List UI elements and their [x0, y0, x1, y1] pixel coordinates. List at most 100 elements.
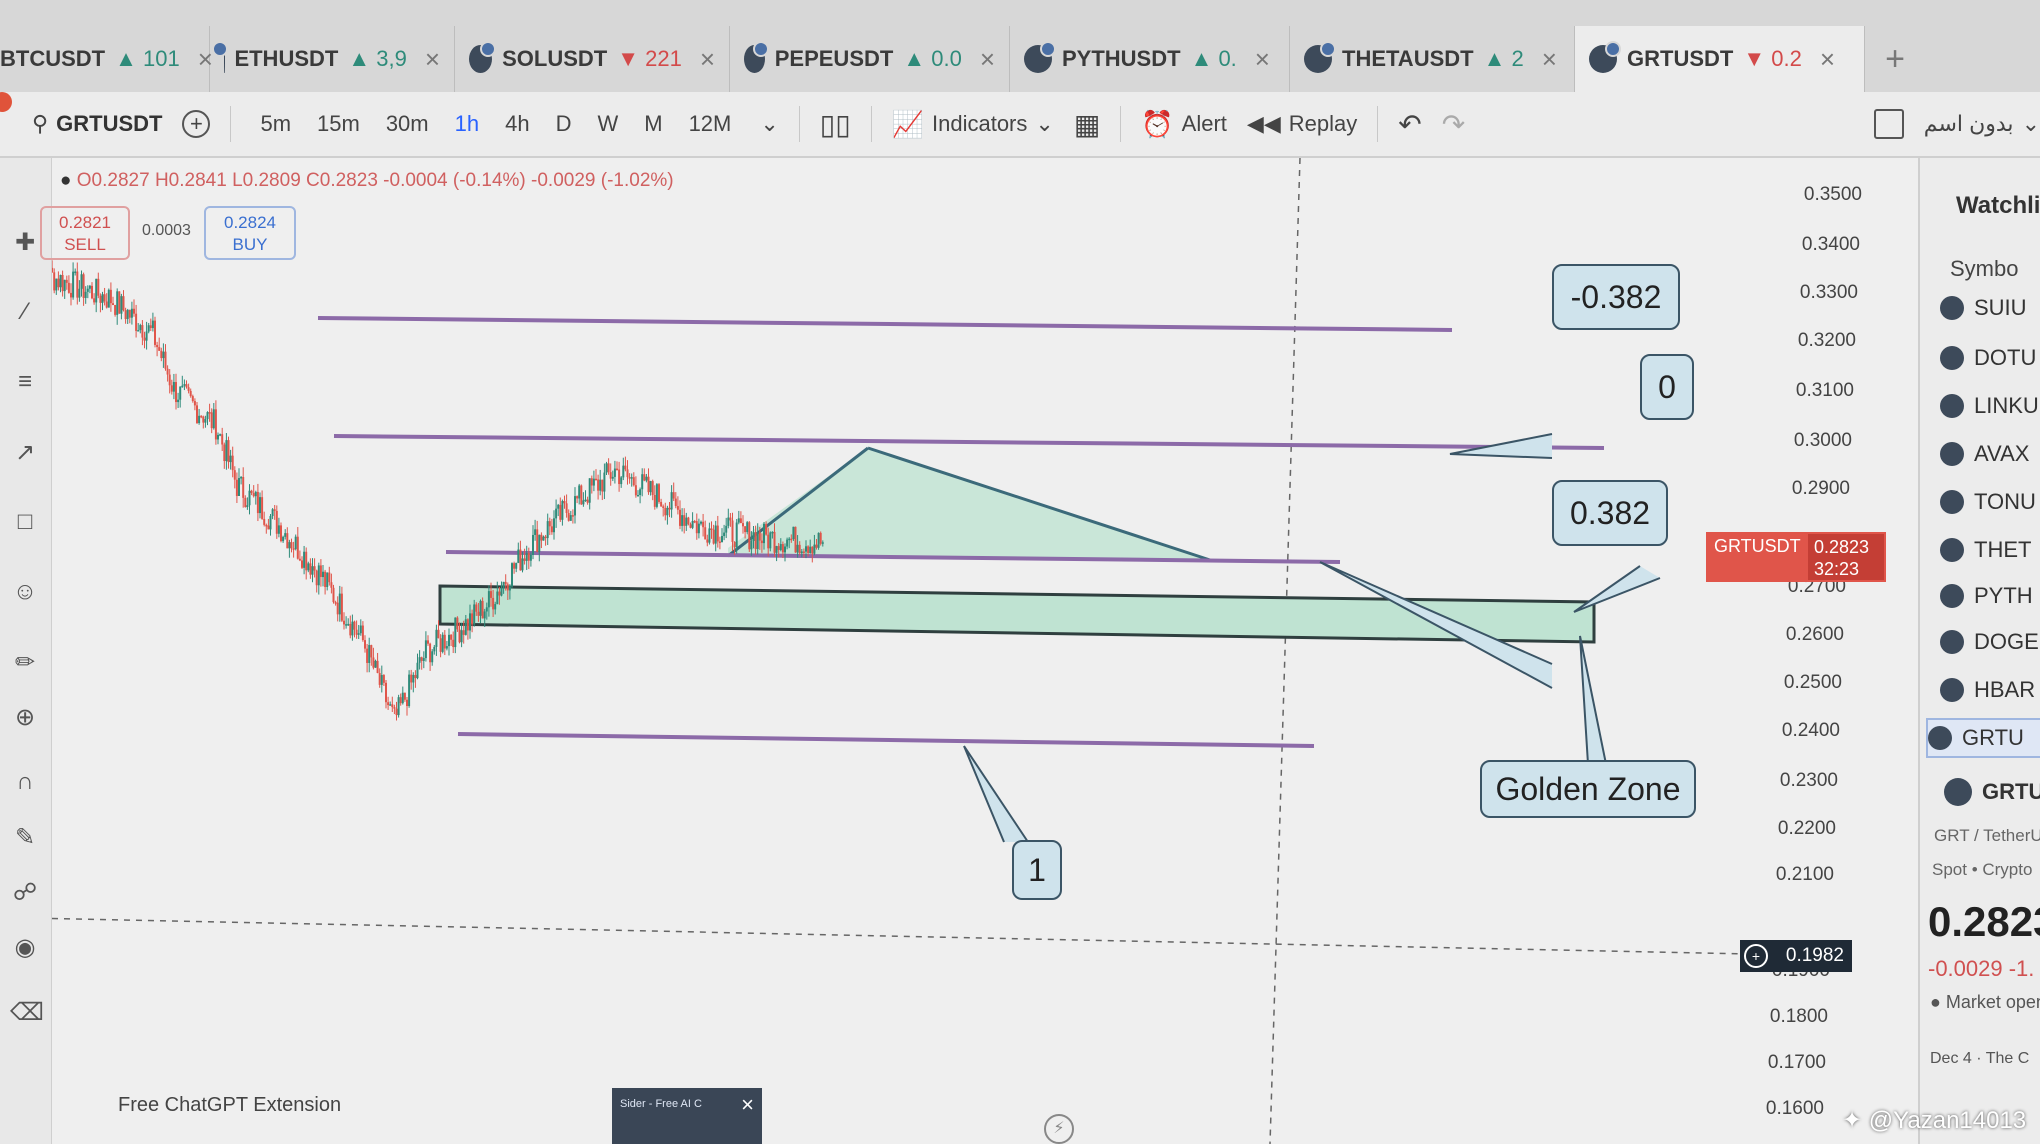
- candle-body: [364, 640, 366, 649]
- layout-name-button[interactable]: بدون اسم ⌄: [1914, 111, 2040, 137]
- close-icon[interactable]: ×: [1820, 44, 1835, 75]
- trash-icon[interactable]: ⌫: [10, 998, 44, 1028]
- price-axis-label: 0.3100: [1795, 380, 1854, 401]
- candle-body: [229, 455, 232, 463]
- tab-pythusdt[interactable]: PYTHUSDT ▲ 0. ×: [1010, 26, 1290, 92]
- ruler-icon[interactable]: ✏: [10, 648, 40, 678]
- candle-body: [618, 469, 621, 485]
- callout-pointer: [963, 745, 1029, 843]
- add-tab-button[interactable]: +: [1865, 26, 1925, 92]
- timeframe-1h[interactable]: 1h: [446, 111, 488, 137]
- candle-body: [422, 658, 425, 661]
- timeframe-w[interactable]: W: [588, 111, 627, 137]
- symbol-tab-bar: BTCUSDT ▲ 101 × ETHUSDT ▲ 3,9 × SOLUSDT …: [0, 0, 2040, 92]
- trendline-icon[interactable]: ∕: [10, 298, 40, 328]
- add-alert-icon[interactable]: +: [1744, 944, 1768, 968]
- close-icon[interactable]: ×: [741, 1092, 754, 1118]
- callout-fib-0382[interactable]: 0.382: [1552, 480, 1668, 546]
- close-icon[interactable]: ×: [1255, 44, 1270, 75]
- watchlist-item[interactable]: PYTH: [1940, 576, 2040, 616]
- candle-body: [345, 624, 348, 626]
- timeframe-12m[interactable]: 12M: [680, 111, 741, 137]
- layout-grid-button[interactable]: ▦: [1064, 108, 1110, 141]
- symbol-search[interactable]: ⚲ GRTUSDT: [0, 111, 172, 137]
- candle-body: [424, 640, 427, 659]
- compare-symbol-button[interactable]: +: [172, 110, 220, 138]
- high-value: H0.2841: [154, 170, 227, 191]
- callout-golden-zone[interactable]: Golden Zone: [1480, 760, 1696, 818]
- crosshair-icon[interactable]: ✚: [10, 228, 40, 258]
- watchlist-title[interactable]: Watchlis: [1956, 192, 2040, 220]
- buy-button[interactable]: 0.2824 BUY: [204, 206, 296, 260]
- lightning-icon[interactable]: ⚡: [1044, 1114, 1074, 1144]
- watchlist-item[interactable]: AVAX: [1940, 434, 2040, 474]
- fullscreen-button[interactable]: [1864, 109, 1914, 139]
- timeframe-5m[interactable]: 5m: [251, 111, 300, 137]
- indicators-button[interactable]: 📈 Indicators ⌄: [882, 109, 1064, 140]
- undo-button[interactable]: ↶: [1388, 108, 1431, 141]
- magnet-icon[interactable]: ∩: [10, 768, 40, 798]
- timeframe-15m[interactable]: 15m: [308, 111, 369, 137]
- watchlist-item[interactable]: LINKU: [1940, 386, 2040, 426]
- timeframe-dropdown[interactable]: ⌄: [750, 111, 788, 137]
- alert-button[interactable]: ⏰ Alert: [1131, 109, 1237, 140]
- projection-icon[interactable]: □: [10, 508, 40, 538]
- candle-body: [773, 531, 776, 553]
- detail-symbol[interactable]: GRTUSD: [1944, 778, 2040, 806]
- candle-body: [441, 634, 444, 652]
- callout-fib-1[interactable]: 1: [1012, 840, 1062, 900]
- watchlist-item[interactable]: SUIU: [1940, 288, 2040, 328]
- pencil-lock-icon[interactable]: ✎: [10, 823, 40, 853]
- candle-body: [660, 501, 663, 507]
- tab-symbol: ETHUSDT: [234, 46, 339, 71]
- tab-ethusdt[interactable]: ETHUSDT ▲ 3,9 ×: [210, 26, 455, 92]
- extension-popup[interactable]: Sider - Free AI C ×: [612, 1088, 762, 1144]
- square-icon: [1873, 109, 1904, 139]
- tab-thetausdt[interactable]: THETAUSDT ▲ 2 ×: [1290, 26, 1575, 92]
- price-axis-label: 0.1700: [1767, 1052, 1826, 1073]
- watchlist-item[interactable]: DOGE: [1940, 622, 2040, 662]
- close-icon[interactable]: ×: [1542, 44, 1557, 75]
- fib-icon[interactable]: ≡: [10, 368, 40, 398]
- candle-body: [189, 390, 192, 397]
- watchlist-item[interactable]: THET: [1940, 530, 2040, 570]
- tab-solusdt[interactable]: SOLUSDT ▼ 221 ×: [455, 26, 730, 92]
- news-headline[interactable]: Dec 4 · The C: [1930, 1050, 2029, 1068]
- close-icon[interactable]: ×: [700, 44, 715, 75]
- candle-body: [788, 538, 791, 541]
- tab-btcusdt[interactable]: BTCUSDT ▲ 101 ×: [0, 26, 213, 92]
- callout-fib-minus-0382[interactable]: -0.382: [1552, 264, 1680, 330]
- timeframe-m[interactable]: M: [635, 111, 671, 137]
- eye-icon[interactable]: ◉: [10, 933, 40, 963]
- candle-body: [529, 554, 532, 561]
- candle-body: [681, 515, 684, 526]
- close-icon[interactable]: ×: [980, 44, 995, 75]
- pattern-icon[interactable]: ↗: [10, 438, 40, 468]
- redo-button[interactable]: ↷: [1432, 108, 1475, 141]
- timeframe-30m[interactable]: 30m: [377, 111, 438, 137]
- watchlist-item[interactable]: GRTU: [1926, 718, 2040, 758]
- candle-body: [385, 682, 387, 703]
- lock-icon[interactable]: ☍: [10, 878, 40, 908]
- candle-body: [511, 563, 513, 587]
- fib-level-0: [333, 434, 1605, 450]
- chart-type-button[interactable]: ▯▯: [810, 108, 861, 141]
- candle-body: [240, 476, 243, 479]
- close-icon[interactable]: ×: [425, 44, 440, 75]
- emoji-icon[interactable]: ☺: [10, 578, 40, 608]
- callout-fib-0[interactable]: 0: [1640, 354, 1694, 420]
- sell-button[interactable]: 0.2821 SELL: [40, 206, 130, 260]
- timeframe-4h[interactable]: 4h: [496, 111, 538, 137]
- watchlist-item[interactable]: DOTU: [1940, 338, 2040, 378]
- tab-pepeusdt[interactable]: PEPEUSDT ▲ 0.0 ×: [730, 26, 1010, 92]
- timeframe-d[interactable]: D: [547, 111, 581, 137]
- watchlist-item[interactable]: TONU: [1940, 482, 2040, 522]
- watchlist-column-header[interactable]: Symbo: [1950, 256, 2018, 282]
- watchlist-item[interactable]: HBAR: [1940, 670, 2040, 710]
- zoom-icon[interactable]: ⊕: [10, 703, 40, 733]
- replay-button[interactable]: ◀◀ Replay: [1237, 111, 1367, 137]
- legend-dot-icon[interactable]: ●: [60, 170, 77, 191]
- tab-grtusdt[interactable]: GRTUSDT ▼ 0.2 ×: [1575, 26, 1865, 92]
- candle-body: [798, 544, 801, 554]
- candle-body: [437, 629, 440, 639]
